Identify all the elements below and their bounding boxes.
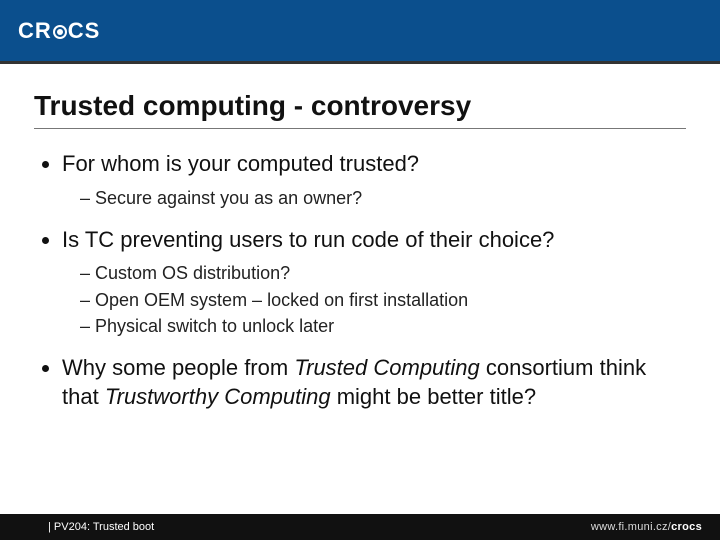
bullet-2-sub-3: Physical switch to unlock later	[80, 313, 686, 339]
bullet-2-sub-1: Custom OS distribution?	[80, 260, 686, 286]
bullet-3-em-1: Trusted Computing	[294, 355, 479, 380]
title-underline	[34, 128, 686, 129]
footer-left: | PV204: Trusted boot	[48, 521, 154, 533]
footer-url-bold: crocs	[671, 521, 702, 533]
slide-title: Trusted computing - controversy	[34, 90, 686, 122]
bullet-2: Is TC preventing users to run code of th…	[62, 225, 686, 339]
bullet-2-text: Is TC preventing users to run code of th…	[62, 227, 554, 252]
bullet-1-text: For whom is your computed trusted?	[62, 151, 419, 176]
footer-bar: | PV204: Trusted boot www.fi.muni.cz/cro…	[0, 514, 720, 540]
slide-content: Trusted computing - controversy For whom…	[0, 64, 720, 514]
bullet-1: For whom is your computed trusted? Secur…	[62, 149, 686, 211]
bullet-3: Why some people from Trusted Computing c…	[62, 353, 686, 412]
logo-part-cs: CS	[68, 18, 101, 44]
bullet-3-seg-3: might be better title?	[337, 384, 536, 409]
logo-crocs: CR CS	[18, 18, 100, 44]
logo-ring-icon	[53, 25, 67, 39]
bullet-3-seg-1: Why some people from	[62, 355, 294, 380]
logo-part-cr: CR	[18, 18, 52, 44]
footer-url: www.fi.muni.cz/crocs	[591, 521, 702, 533]
footer-url-prefix: www.fi.muni.cz/	[591, 521, 671, 533]
bullet-3-em-2: Trustworthy Computing	[105, 384, 331, 409]
bullet-2-sub-2: Open OEM system – locked on first instal…	[80, 287, 686, 313]
bullet-1-sub-1: Secure against you as an owner?	[80, 185, 686, 211]
header-bar: CR CS	[0, 0, 720, 64]
bullet-list: For whom is your computed trusted? Secur…	[34, 149, 686, 412]
